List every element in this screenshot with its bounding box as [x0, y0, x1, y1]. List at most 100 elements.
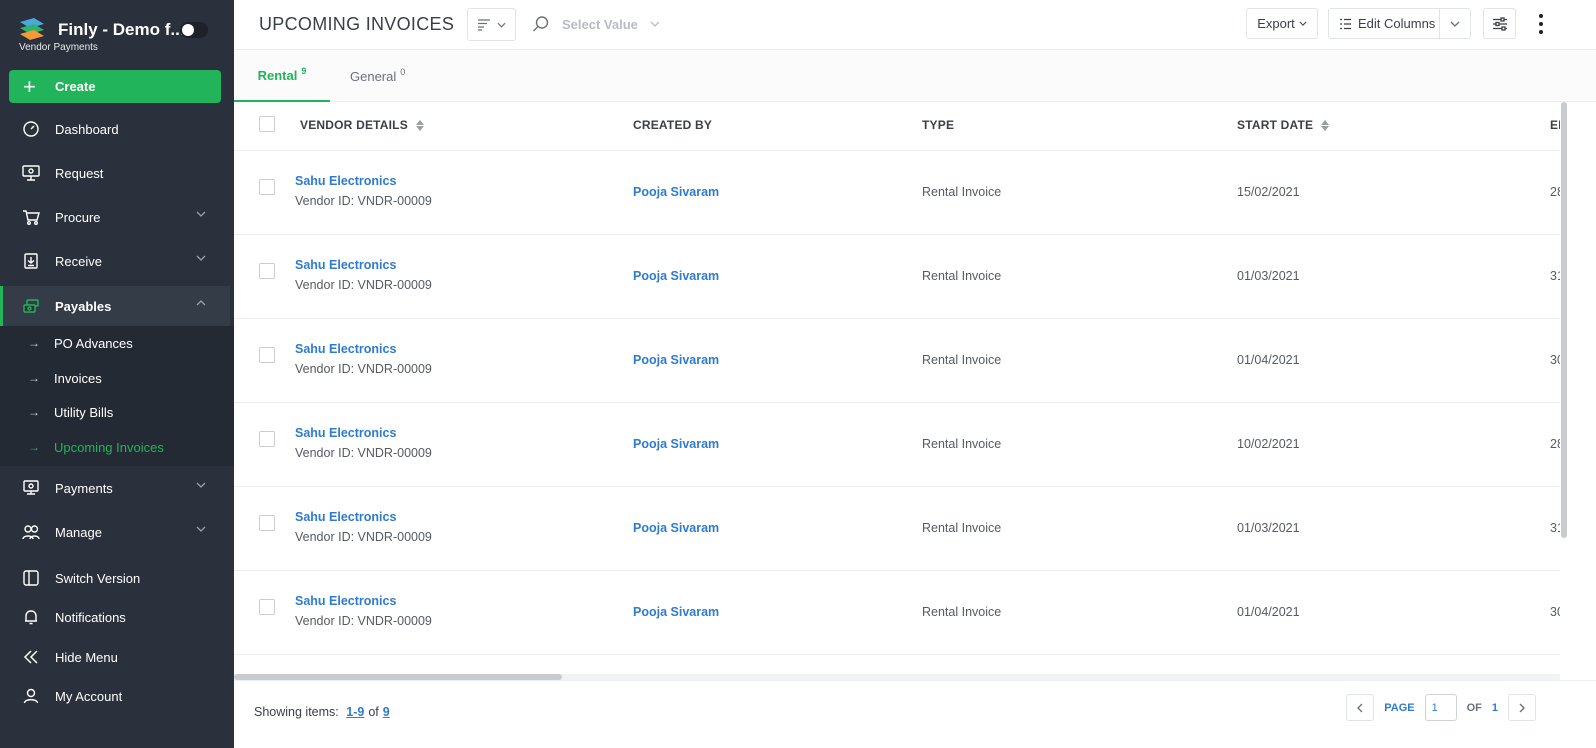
vendor-name-link[interactable]: Sahu Electronics	[295, 174, 432, 188]
table-row[interactable]: Sahu Electronics Vendor ID: VNDR-00009 Poo…	[234, 151, 1560, 235]
sidebar-subitem-po-advances[interactable]: → PO Advances	[0, 328, 230, 358]
start-date: 01/03/2021	[1237, 521, 1300, 535]
invoice-type: Rental Invoice	[922, 437, 1002, 451]
vendor-name-link[interactable]: Sahu Electronics	[295, 342, 432, 356]
cart-icon	[21, 207, 41, 227]
sidebar-item-label: Receive	[55, 253, 102, 269]
row-checkbox[interactable]	[259, 347, 275, 363]
edit-columns-dropdown[interactable]	[1440, 9, 1470, 38]
switch-icon	[21, 568, 41, 588]
vendor-name-link[interactable]: Sahu Electronics	[295, 258, 432, 272]
vendor-name-link[interactable]: Sahu Electronics	[295, 510, 432, 524]
sidebar-item-hide-menu[interactable]: Hide Menu	[0, 637, 230, 677]
items-total[interactable]: 9	[383, 705, 390, 719]
row-checkbox[interactable]	[259, 515, 275, 531]
chevron-down-icon	[196, 482, 206, 488]
org-name[interactable]: Finly - Demo f...	[58, 20, 185, 40]
tab-label: Rental	[257, 68, 298, 83]
chevron-up-icon	[196, 300, 206, 306]
arrow-right-icon: →	[28, 405, 40, 419]
money-stack-icon	[21, 296, 41, 316]
column-header-start-date[interactable]: START DATE	[1237, 118, 1330, 132]
chevron-down-icon	[1450, 21, 1460, 27]
vendor-id: Vendor ID: VNDR-00009	[295, 194, 432, 208]
sidebar-item-request[interactable]: Request	[0, 153, 230, 193]
end-date: 31	[1550, 269, 1560, 283]
sidebar-subitem-upcoming-invoices[interactable]: → Upcoming Invoices	[0, 432, 230, 462]
column-header-vendor-details[interactable]: VENDOR DETAILS	[300, 118, 424, 132]
start-date: 01/03/2021	[1237, 269, 1300, 283]
arrow-right-icon: →	[28, 440, 40, 454]
select-all-checkbox[interactable]	[259, 116, 275, 132]
sidebar-item-notifications[interactable]: Notifications	[0, 597, 230, 637]
sidebar-item-label: Notifications	[55, 609, 126, 625]
tab-rental[interactable]: Rental 9	[234, 51, 330, 102]
created-by-link[interactable]: Pooja Sivaram	[633, 353, 719, 367]
sidebar-item-procure[interactable]: Procure	[0, 197, 230, 237]
created-by-link[interactable]: Pooja Sivaram	[633, 605, 719, 619]
brand: Finly - Demo f... Vendor Payments	[18, 16, 218, 56]
sidebar-subitem-invoices[interactable]: → Invoices	[0, 363, 230, 393]
sidebar-subitem-utility-bills[interactable]: → Utility Bills	[0, 397, 230, 427]
sort-dropdown[interactable]	[467, 8, 516, 41]
created-by-link[interactable]: Pooja Sivaram	[633, 437, 719, 451]
tab-general[interactable]: General 0	[350, 51, 405, 102]
payment-icon	[21, 478, 41, 498]
more-options-icon[interactable]	[1534, 10, 1548, 38]
table-row[interactable]: Sahu Electronics Vendor ID: VNDR-00009 Poo…	[234, 487, 1560, 571]
filter-settings-button[interactable]	[1483, 8, 1516, 39]
vendor-id: Vendor ID: VNDR-00009	[295, 278, 432, 292]
vertical-scrollbar[interactable]	[1561, 102, 1567, 538]
row-checkbox[interactable]	[259, 431, 275, 447]
columns-list-icon	[1340, 18, 1351, 29]
invoice-type: Rental Invoice	[922, 353, 1002, 367]
create-button[interactable]: + Create	[9, 70, 221, 103]
chevron-down-icon	[196, 211, 206, 217]
sidebar-item-my-account[interactable]: My Account	[0, 676, 230, 716]
column-header-end-date[interactable]: EN	[1550, 118, 1560, 132]
sidebar-item-payments[interactable]: Payments	[0, 468, 230, 508]
value-search[interactable]: Select Value	[532, 12, 660, 36]
next-page-button[interactable]	[1508, 694, 1536, 721]
sidebar-item-switch-version[interactable]: Switch Version	[0, 558, 230, 598]
export-button[interactable]: Export	[1246, 8, 1318, 39]
created-by-link[interactable]: Pooja Sivaram	[633, 185, 719, 199]
chevron-down-icon	[196, 255, 206, 261]
table-row[interactable]: Sahu Electronics Vendor ID: VNDR-00009 Poo…	[234, 319, 1560, 403]
created-by-link[interactable]: Pooja Sivaram	[633, 521, 719, 535]
row-checkbox[interactable]	[259, 179, 275, 195]
sidebar-item-dashboard[interactable]: Dashboard	[0, 109, 230, 149]
table-row[interactable]: Sahu Electronics Vendor ID: VNDR-00009 Poo…	[234, 571, 1560, 655]
chevron-down-icon	[196, 526, 206, 532]
start-date: 15/02/2021	[1237, 185, 1300, 199]
page-input[interactable]	[1424, 694, 1457, 721]
vendor-details-cell: Sahu Electronics Vendor ID: VNDR-00009	[295, 426, 432, 460]
sidebar-item-label: Payments	[55, 480, 113, 496]
page-label: PAGE	[1384, 701, 1415, 714]
gauge-icon	[21, 119, 41, 139]
created-by-link[interactable]: Pooja Sivaram	[633, 269, 719, 283]
search-icon	[533, 16, 549, 32]
vendor-name-link[interactable]: Sahu Electronics	[295, 594, 432, 608]
sidebar-item-label: Switch Version	[55, 570, 141, 586]
sidebar-item-receive[interactable]: Receive	[0, 241, 230, 281]
sidebar-item-manage[interactable]: Manage	[0, 512, 230, 552]
table-row[interactable]: Sahu Electronics Vendor ID: VNDR-00009 Poo…	[234, 235, 1560, 319]
prev-page-button[interactable]	[1346, 694, 1375, 721]
row-checkbox[interactable]	[259, 263, 275, 279]
sort-icon	[415, 119, 424, 131]
vendor-details-cell: Sahu Electronics Vendor ID: VNDR-00009	[295, 342, 432, 376]
vendor-name-link[interactable]: Sahu Electronics	[295, 426, 432, 440]
edit-columns-button[interactable]: Edit Columns	[1329, 9, 1441, 38]
row-checkbox[interactable]	[259, 599, 275, 615]
vendor-id: Vendor ID: VNDR-00009	[295, 446, 432, 460]
chevron-left-icon	[1357, 703, 1363, 712]
page-of-label: OF	[1466, 701, 1482, 714]
theme-toggle[interactable]	[180, 22, 208, 38]
items-range[interactable]: 1-9	[346, 705, 364, 719]
sidebar-item-label: My Account	[55, 688, 123, 704]
chevron-down-icon	[497, 22, 506, 28]
sidebar-item-payables[interactable]: Payables	[0, 286, 230, 326]
sidebar-item-label: Manage	[55, 524, 102, 540]
table-row[interactable]: Sahu Electronics Vendor ID: VNDR-00009 Poo…	[234, 403, 1560, 487]
